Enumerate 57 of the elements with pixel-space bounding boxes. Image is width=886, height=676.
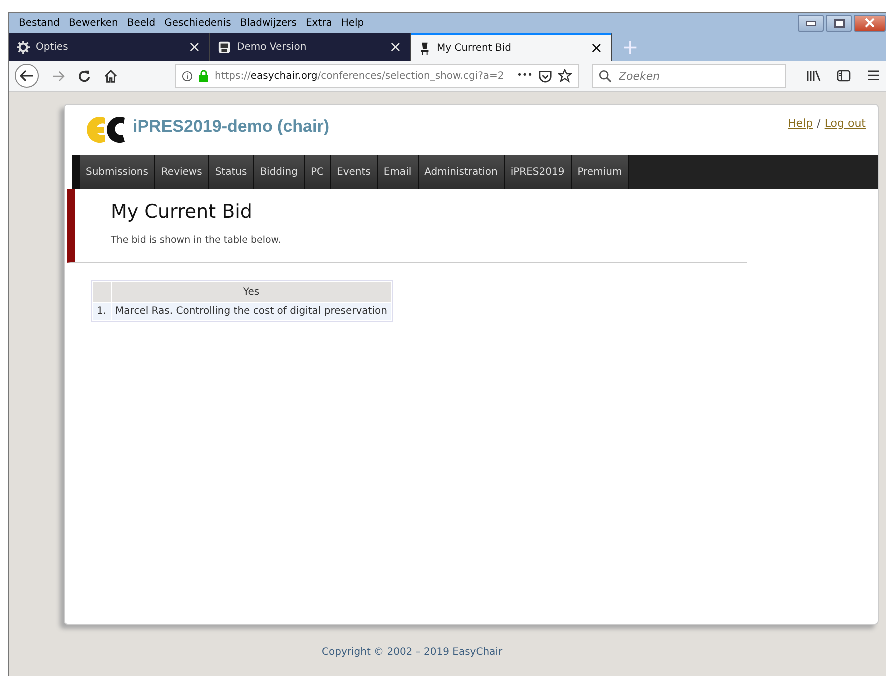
gear-icon [17,40,30,54]
menu-item[interactable]: Bestand [19,18,60,28]
back-button[interactable] [15,64,39,88]
close-tab-button[interactable]: × [590,39,603,57]
link-separator: / [817,117,821,130]
menu-item[interactable]: Geschiedenis [164,18,232,28]
nav-tab[interactable]: iPRES2019 [504,155,572,189]
maximize-button[interactable] [826,14,852,32]
nav-tab[interactable]: Status [209,155,254,189]
nav-tab[interactable]: Events [331,155,378,189]
menu-item[interactable]: Bewerken [68,18,118,28]
nav-tab[interactable]: Bidding [254,155,305,189]
menu-item[interactable]: Bladwijzers [240,18,297,28]
lock-icon [199,70,209,82]
nav-tab[interactable]: Administration [418,155,505,189]
row-number: 1. [93,303,111,320]
table-cell: Marcel Ras. Controlling the cost of digital preservation [112,303,392,320]
nav-tab[interactable]: Email [378,155,419,189]
reload-icon[interactable] [78,70,91,82]
home-icon[interactable] [104,70,118,82]
sidebar-icon[interactable] [837,70,851,82]
forward-icon[interactable] [52,70,65,82]
browser-tab[interactable]: My Current Bid × [411,33,612,61]
nav-tab[interactable]: Premium [572,155,630,189]
nav-tab[interactable]: Reviews [155,155,210,189]
description-text: The bid is shown in the table below. [111,235,282,246]
log-out-link[interactable]: Log out [824,117,866,130]
info-icon [182,70,193,82]
close-tab-button[interactable]: × [188,38,201,56]
library-icon[interactable] [807,70,821,82]
copyright-text: Copyright © 2002 – 2019 EasyChair [322,647,504,658]
menu-icon[interactable] [867,70,880,81]
back-arrow-icon [20,70,34,82]
star-icon[interactable] [558,69,572,83]
search-icon [599,70,612,83]
nav-tab[interactable]: Submissions [80,155,156,189]
column-header: Yes [112,282,392,302]
page-icon [218,40,231,54]
menu-item[interactable]: Help [341,18,364,28]
minimize-button[interactable] [798,14,824,32]
nav-tab[interactable]: PC [305,155,332,189]
menu-item[interactable]: Beeld [127,18,156,28]
page-heading: My Current Bid [111,201,254,223]
close-tab-button[interactable]: × [389,38,402,56]
url-text: https://easychair.org/conferences/selection_show.cgi?a=2 [215,70,506,82]
close-icon [865,18,875,28]
help-link[interactable]: Help [788,117,814,130]
search-field[interactable]: Zoeken [592,64,786,88]
menu-item[interactable]: Extra [306,18,332,28]
browser-tab[interactable]: Demo Version × [210,33,411,61]
close-button[interactable] [854,14,886,32]
site-title: iPRES2019-demo (chair) [133,117,330,137]
more-icon[interactable]: ••• [517,71,533,81]
browser-tab[interactable]: Opties × [9,33,210,61]
chair-icon [419,42,431,54]
address-field[interactable]: https://easychair.org/conferences/selection_show.cgi?a=2 ••• [175,64,579,88]
shield-icon[interactable] [539,70,552,82]
